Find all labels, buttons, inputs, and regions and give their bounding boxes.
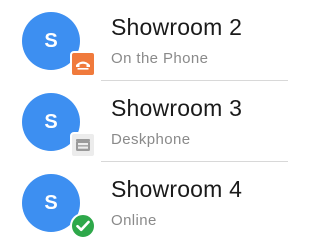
contact-row-showroom-4[interactable]: S Showroom 4 Online — [0, 162, 288, 243]
contact-status: On the Phone — [111, 50, 209, 67]
contact-name: Showroom 3 — [111, 95, 243, 121]
on-the-phone-icon — [70, 51, 96, 77]
online-check-icon — [70, 213, 96, 239]
contact-name: Showroom 2 — [111, 14, 243, 40]
contact-row-showroom-2[interactable]: S Showroom 2 On the Phone — [0, 0, 288, 81]
deskphone-icon — [70, 132, 96, 158]
contact-list: S Showroom 2 On the Phone S Showroom 3 D… — [0, 0, 288, 244]
contact-row-showroom-3[interactable]: S Showroom 3 Deskphone — [0, 81, 288, 162]
contact-name: Showroom 4 — [111, 176, 243, 202]
contact-status: Online — [111, 212, 157, 229]
contact-status: Deskphone — [111, 131, 191, 148]
